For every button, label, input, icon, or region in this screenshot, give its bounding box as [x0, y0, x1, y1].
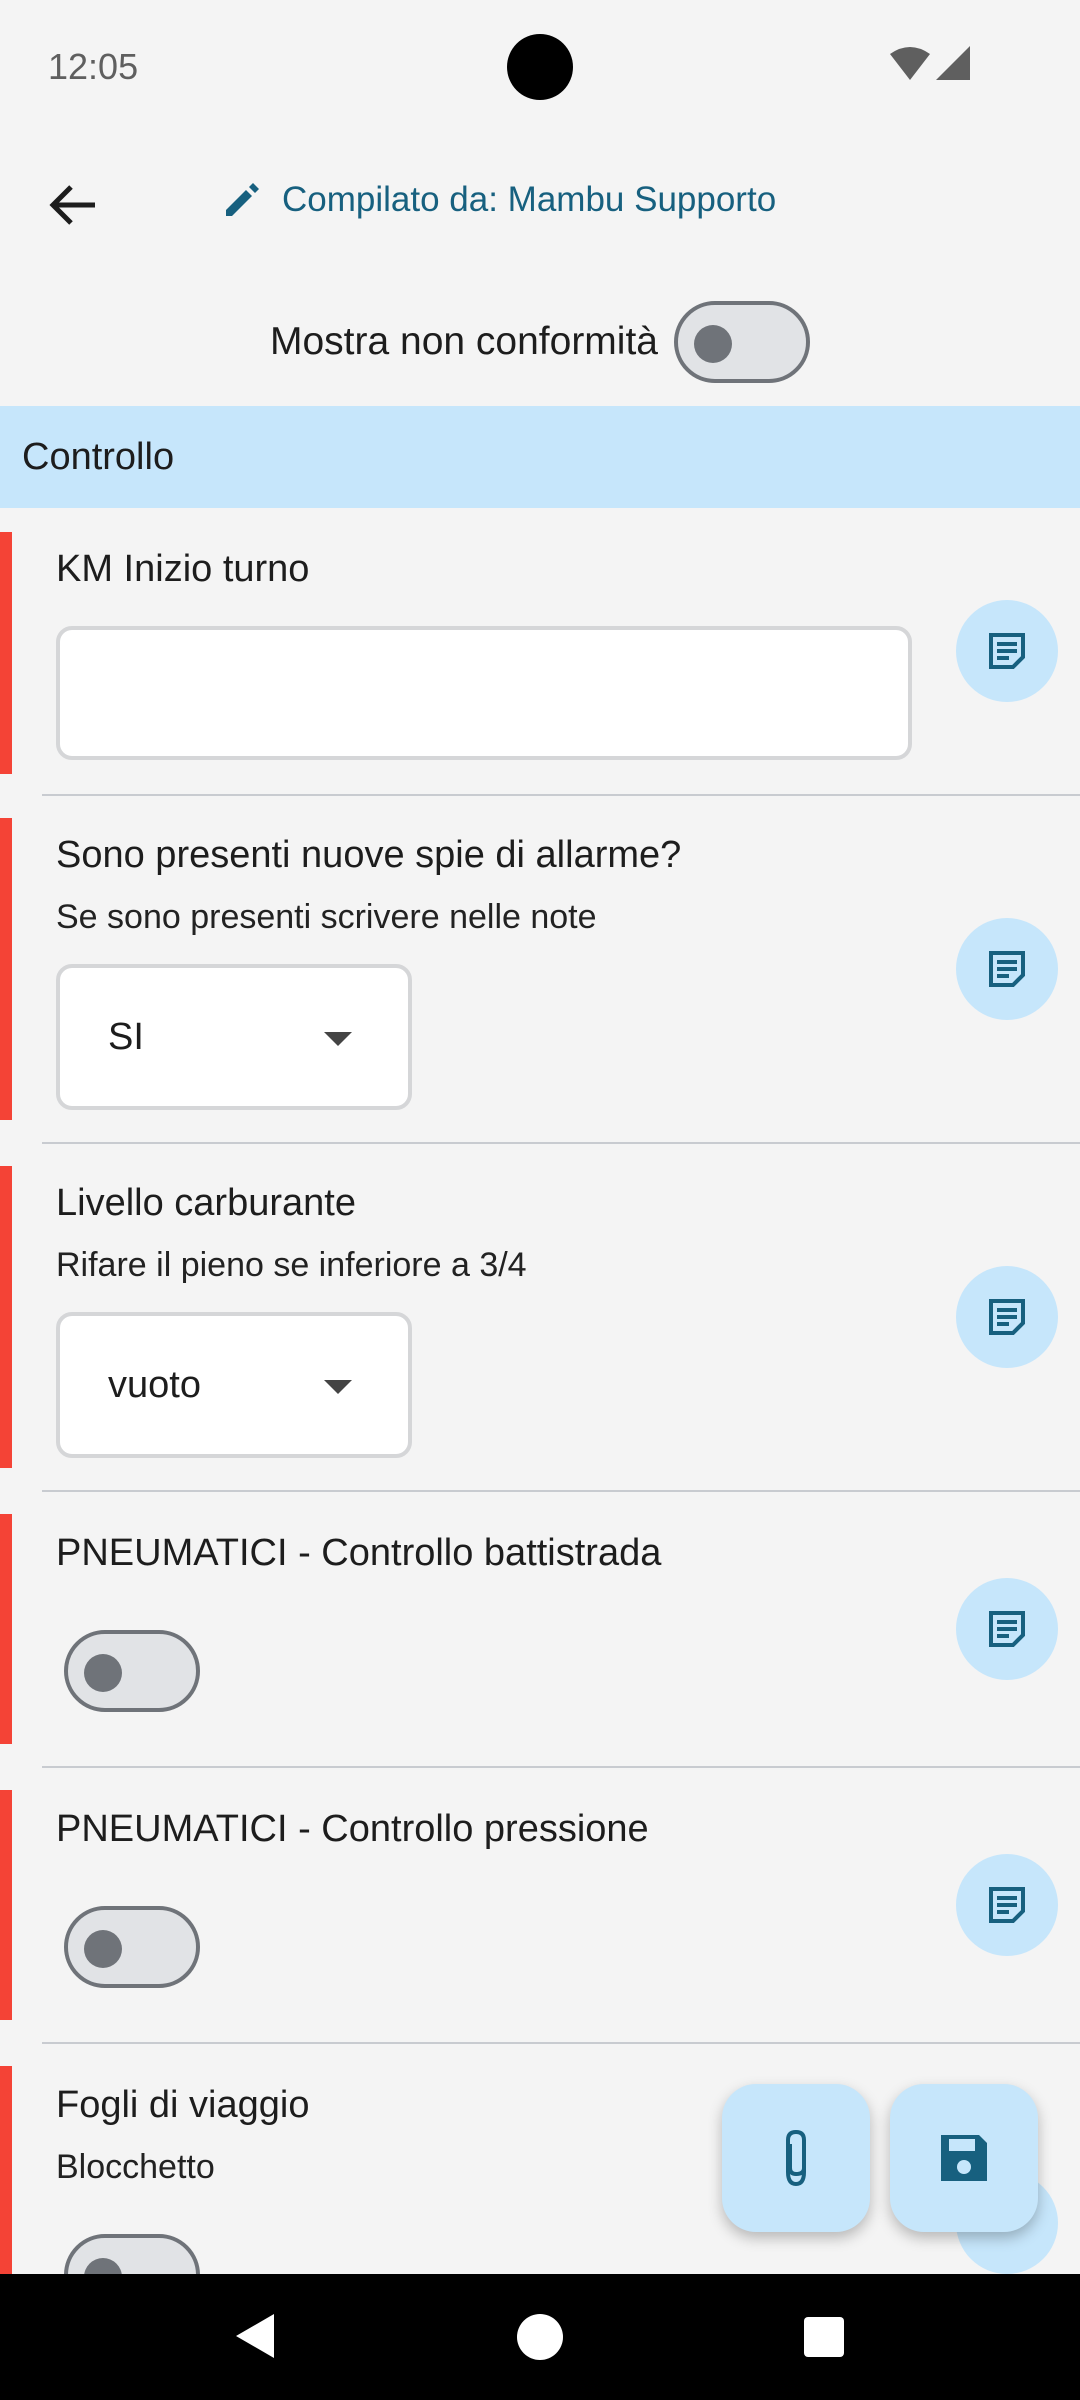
note-icon	[989, 951, 1025, 987]
select-value: vuoto	[108, 1363, 201, 1406]
signal-icon	[936, 46, 970, 80]
item-divider	[42, 1766, 1080, 1768]
nav-recents-icon[interactable]	[804, 2317, 844, 2357]
save-icon	[941, 2135, 987, 2181]
required-indicator	[0, 1790, 12, 2020]
app-bar: Compilato da: Mambu Supporto	[0, 150, 1080, 260]
select-value: SI	[108, 1015, 144, 1058]
status-time: 12:05	[48, 46, 139, 87]
note-icon	[989, 1887, 1025, 1923]
nav-back-icon[interactable]	[236, 2314, 274, 2358]
item-title: Livello carburante	[56, 1182, 356, 1224]
switch-knob	[84, 1930, 122, 1968]
note-icon	[989, 1299, 1025, 1335]
note-button[interactable]	[956, 1266, 1058, 1368]
pencil-icon	[226, 183, 259, 216]
switch-knob	[694, 325, 732, 363]
item-title: Fogli di viaggio	[56, 2084, 310, 2126]
dropdown-arrow-icon	[324, 1380, 352, 1394]
paperclip-icon	[786, 2129, 806, 2187]
checklist-item-pressure: PNEUMATICI - Controllo pressione	[0, 1790, 1080, 2046]
save-button[interactable]	[890, 2084, 1038, 2232]
required-indicator	[0, 1514, 12, 1744]
item-divider	[42, 1142, 1080, 1144]
note-button[interactable]	[956, 1578, 1058, 1680]
fuel-level-select[interactable]: vuoto	[56, 1312, 412, 1458]
pressure-switch[interactable]	[64, 1906, 200, 1988]
switch-knob	[84, 1654, 122, 1692]
compiled-by: Compilato da: Mambu Supporto	[222, 180, 776, 220]
status-bar: 12:05	[0, 0, 1080, 132]
section-title: Controllo	[22, 435, 175, 478]
back-button[interactable]	[36, 168, 110, 242]
checklist-item-fuel-level: Livello carburante Rifare il pieno se in…	[0, 1166, 1080, 1496]
item-subtitle: Rifare il pieno se inferiore a 3/4	[56, 1246, 527, 1284]
arrow-back-icon	[49, 185, 95, 225]
non-conformity-label: Mostra non conformità	[269, 320, 658, 363]
item-subtitle: Blocchetto	[56, 2148, 215, 2186]
required-indicator	[0, 818, 12, 1120]
item-title: PNEUMATICI - Controllo pressione	[56, 1808, 649, 1850]
note-icon	[989, 1611, 1025, 1647]
travel-sheets-switch[interactable]	[64, 2234, 200, 2274]
switch-knob	[84, 2258, 122, 2274]
compiled-by-text: Compilato da: Mambu Supporto	[282, 180, 777, 219]
checklist-item-tread: PNEUMATICI - Controllo battistrada	[0, 1514, 1080, 1770]
note-button[interactable]	[956, 600, 1058, 702]
item-divider	[42, 2042, 1080, 2044]
status-icons	[890, 46, 970, 82]
dropdown-arrow-icon	[324, 1032, 352, 1046]
item-subtitle: Se sono presenti scrivere nelle note	[56, 898, 597, 936]
system-nav-bar	[0, 2274, 1080, 2400]
checklist-item-km: KM Inizio turno	[0, 530, 1080, 796]
item-divider	[42, 1490, 1080, 1492]
attach-button[interactable]	[722, 2084, 870, 2232]
note-button[interactable]	[956, 918, 1058, 1020]
checklist-item-alarm-lights: Sono presenti nuove spie di allarme? Se …	[0, 818, 1080, 1148]
item-divider	[42, 794, 1080, 796]
non-conformity-switch[interactable]	[674, 301, 810, 383]
alarm-lights-select[interactable]: SI	[56, 964, 412, 1110]
item-title: PNEUMATICI - Controllo battistrada	[56, 1532, 662, 1574]
camera-cutout	[507, 34, 573, 100]
section-header: Controllo	[0, 406, 1080, 508]
nav-home-icon[interactable]	[517, 2314, 563, 2360]
wifi-icon	[890, 47, 930, 80]
item-title: KM Inizio turno	[56, 548, 310, 590]
km-input[interactable]	[56, 626, 912, 760]
required-indicator	[0, 2066, 12, 2274]
note-button[interactable]	[956, 1854, 1058, 1956]
required-indicator	[0, 532, 12, 774]
non-conformity-filter: Mostra non conformità	[0, 296, 1080, 388]
tread-switch[interactable]	[64, 1630, 200, 1712]
item-title: Sono presenti nuove spie di allarme?	[56, 834, 682, 876]
required-indicator	[0, 1166, 12, 1468]
note-icon	[989, 633, 1025, 669]
